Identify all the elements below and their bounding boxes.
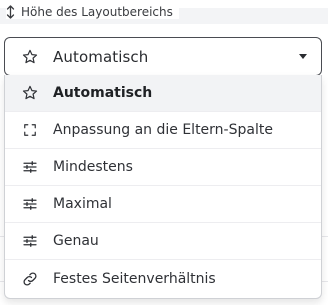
- option-genau[interactable]: Genau: [5, 223, 321, 260]
- fit-frame-icon: [21, 121, 39, 139]
- layout-height-setting: Höhe des Layoutbereichs Automatisch Auto…: [0, 0, 328, 305]
- field-label-text: Höhe des Layoutbereichs: [21, 5, 173, 19]
- star-outline-icon: [21, 84, 39, 102]
- sliders-icon: [21, 195, 39, 213]
- sliders-icon: [21, 158, 39, 176]
- option-label: Genau: [53, 233, 99, 249]
- star-outline-icon: [21, 48, 39, 66]
- sliders-icon: [21, 232, 39, 250]
- field-label: Höhe des Layoutbereichs: [6, 5, 179, 19]
- option-mindestens[interactable]: Mindestens: [5, 149, 321, 186]
- option-aspect-ratio[interactable]: Festes Seitenverhältnis: [5, 260, 321, 297]
- option-maximal[interactable]: Maximal: [5, 186, 321, 223]
- layout-height-select[interactable]: Automatisch: [4, 37, 322, 76]
- option-label: Maximal: [53, 196, 112, 212]
- option-label: Automatisch: [53, 85, 153, 101]
- chevron-down-icon[interactable]: [299, 54, 307, 59]
- option-label: Anpassung an die Eltern-Spalte: [53, 122, 273, 138]
- option-parent-column[interactable]: Anpassung an die Eltern-Spalte: [5, 112, 321, 149]
- resize-vertical-icon: [6, 5, 15, 19]
- layout-height-options: Automatisch Anpassung an die Eltern-Spal…: [4, 75, 322, 299]
- option-automatisch[interactable]: Automatisch: [5, 75, 321, 112]
- link-icon: [21, 270, 39, 288]
- select-value: Automatisch: [53, 47, 149, 66]
- option-label: Mindestens: [53, 159, 133, 175]
- option-label: Festes Seitenverhältnis: [53, 270, 216, 287]
